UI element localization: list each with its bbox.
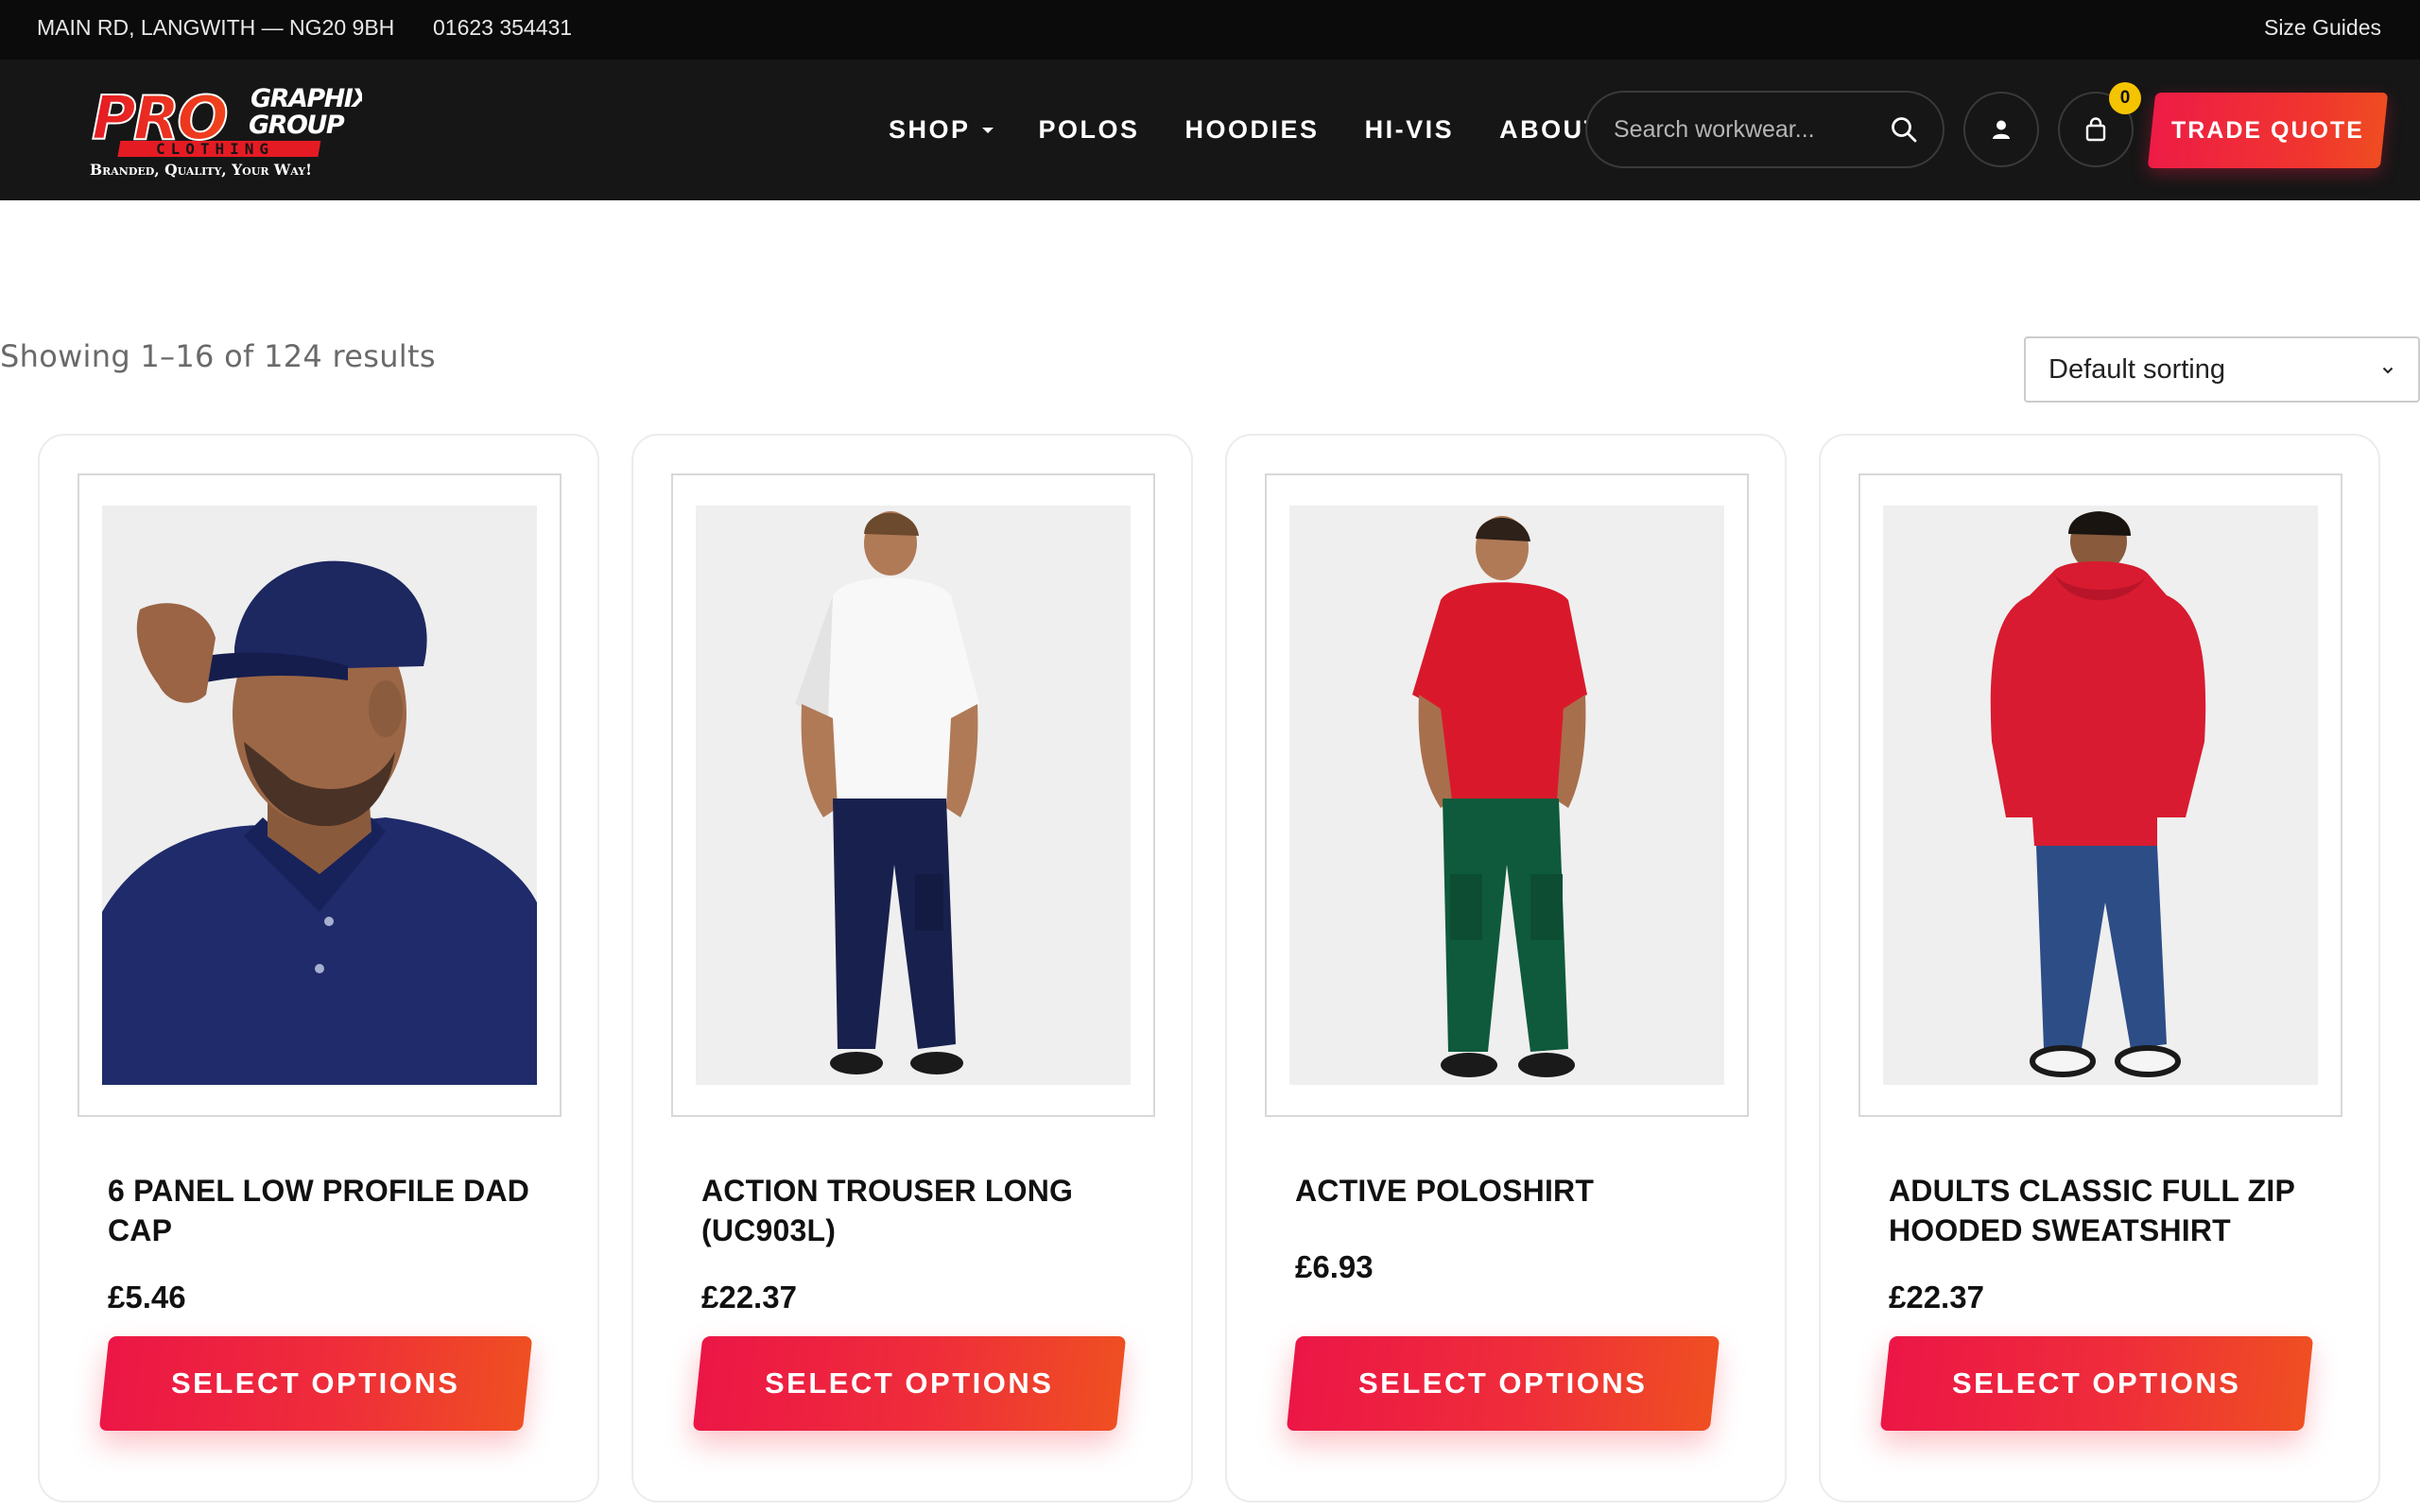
product-image[interactable] [696,506,1131,1085]
chevron-down-icon [981,127,994,133]
select-options-button[interactable]: SELECT OPTIONS [692,1336,1127,1431]
select-options-label: SELECT OPTIONS [765,1366,1054,1400]
product-image-frame[interactable] [671,473,1155,1117]
product-card: ACTIVE POLOSHIRT £6.93 SELECT OPTIONS [1225,434,1787,1503]
site-logo[interactable]: PRO GRAPHIX GROUP CLOTHING Branded, Qual… [88,78,362,184]
product-title[interactable]: ACTIVE POLOSHIRT [1295,1171,1739,1211]
product-image-frame[interactable] [78,473,562,1117]
select-options-label: SELECT OPTIONS [1358,1366,1648,1400]
search-input[interactable] [1614,93,1888,166]
logo-clothing-text: CLOTHING [156,140,274,158]
product-image-frame[interactable] [1858,473,2342,1117]
product-card: ACTION TROUSER LONG (UC903L) £22.37 SELE… [631,434,1193,1503]
sorting-dropdown[interactable]: Default sorting [2024,336,2420,403]
select-options-button[interactable]: SELECT OPTIONS [1879,1336,2314,1431]
product-price: £22.37 [1889,1280,1984,1314]
product-price: £6.93 [1295,1249,1374,1284]
product-image-frame[interactable] [1265,473,1749,1117]
product-price: £5.46 [108,1280,186,1314]
top-info-bar: MAIN RD, LANGWITH — NG20 9BH 01623 35443… [0,0,2420,60]
store-address: MAIN RD, LANGWITH — NG20 9BH [37,15,395,40]
product-price: £22.37 [701,1280,797,1314]
product-image[interactable] [102,506,537,1085]
sorting-selected-value: Default sorting [2048,354,2225,385]
cart-count-badge: 0 [2109,82,2141,114]
nav-polos[interactable]: POLOS [1039,115,1140,145]
logo-graphix-text: GRAPHIX [251,84,362,113]
product-card: 6 PANEL LOW PROFILE DAD CAP £5.46 SELECT… [38,434,599,1503]
product-card: ADULTS CLASSIC FULL ZIP HOODED SWEATSHIR… [1819,434,2380,1503]
account-button[interactable] [1963,92,2039,167]
search-icon[interactable] [1890,115,1918,144]
select-options-button[interactable]: SELECT OPTIONS [98,1336,533,1431]
product-photo-cap [102,506,537,1085]
product-image[interactable] [1289,506,1724,1085]
logo-group-text: GROUP [249,111,345,140]
select-options-label: SELECT OPTIONS [171,1366,460,1400]
nav-shop[interactable]: SHOP [889,115,994,145]
nav-hoodies[interactable]: HOODIES [1185,115,1320,145]
nav-hi-vis[interactable]: HI-VIS [1365,115,1455,145]
site-header: PRO GRAPHIX GROUP CLOTHING Branded, Qual… [0,60,2420,200]
product-photo-hoodie [1883,506,2318,1085]
size-guides-link[interactable]: Size Guides [2264,0,2381,60]
search-box [1585,91,1945,168]
user-icon [1993,120,2010,139]
chevron-down-icon [2382,367,2394,374]
result-count: Showing 1–16 of 124 results [0,338,436,374]
logo-tagline: Branded, Quality, Your Way! [90,161,312,179]
shopping-bag-icon [2085,117,2106,142]
product-photo-polo [1289,506,1724,1085]
main-navigation: SHOP POLOS HOODIES HI-VIS ABOUT [889,60,1648,200]
product-image[interactable] [1883,506,2318,1085]
nav-shop-label: SHOP [889,115,971,144]
select-options-button[interactable]: SELECT OPTIONS [1286,1336,1720,1431]
product-title[interactable]: ADULTS CLASSIC FULL ZIP HOODED SWEATSHIR… [1889,1171,2333,1250]
trade-quote-label: TRADE QUOTE [2171,116,2364,144]
product-photo-trousers [696,506,1131,1085]
trade-quote-button[interactable]: TRADE QUOTE [2147,93,2389,168]
product-title[interactable]: 6 PANEL LOW PROFILE DAD CAP [108,1171,552,1250]
store-phone[interactable]: 01623 354431 [433,0,572,60]
product-title[interactable]: ACTION TROUSER LONG (UC903L) [701,1171,1146,1250]
select-options-label: SELECT OPTIONS [1952,1366,2241,1400]
